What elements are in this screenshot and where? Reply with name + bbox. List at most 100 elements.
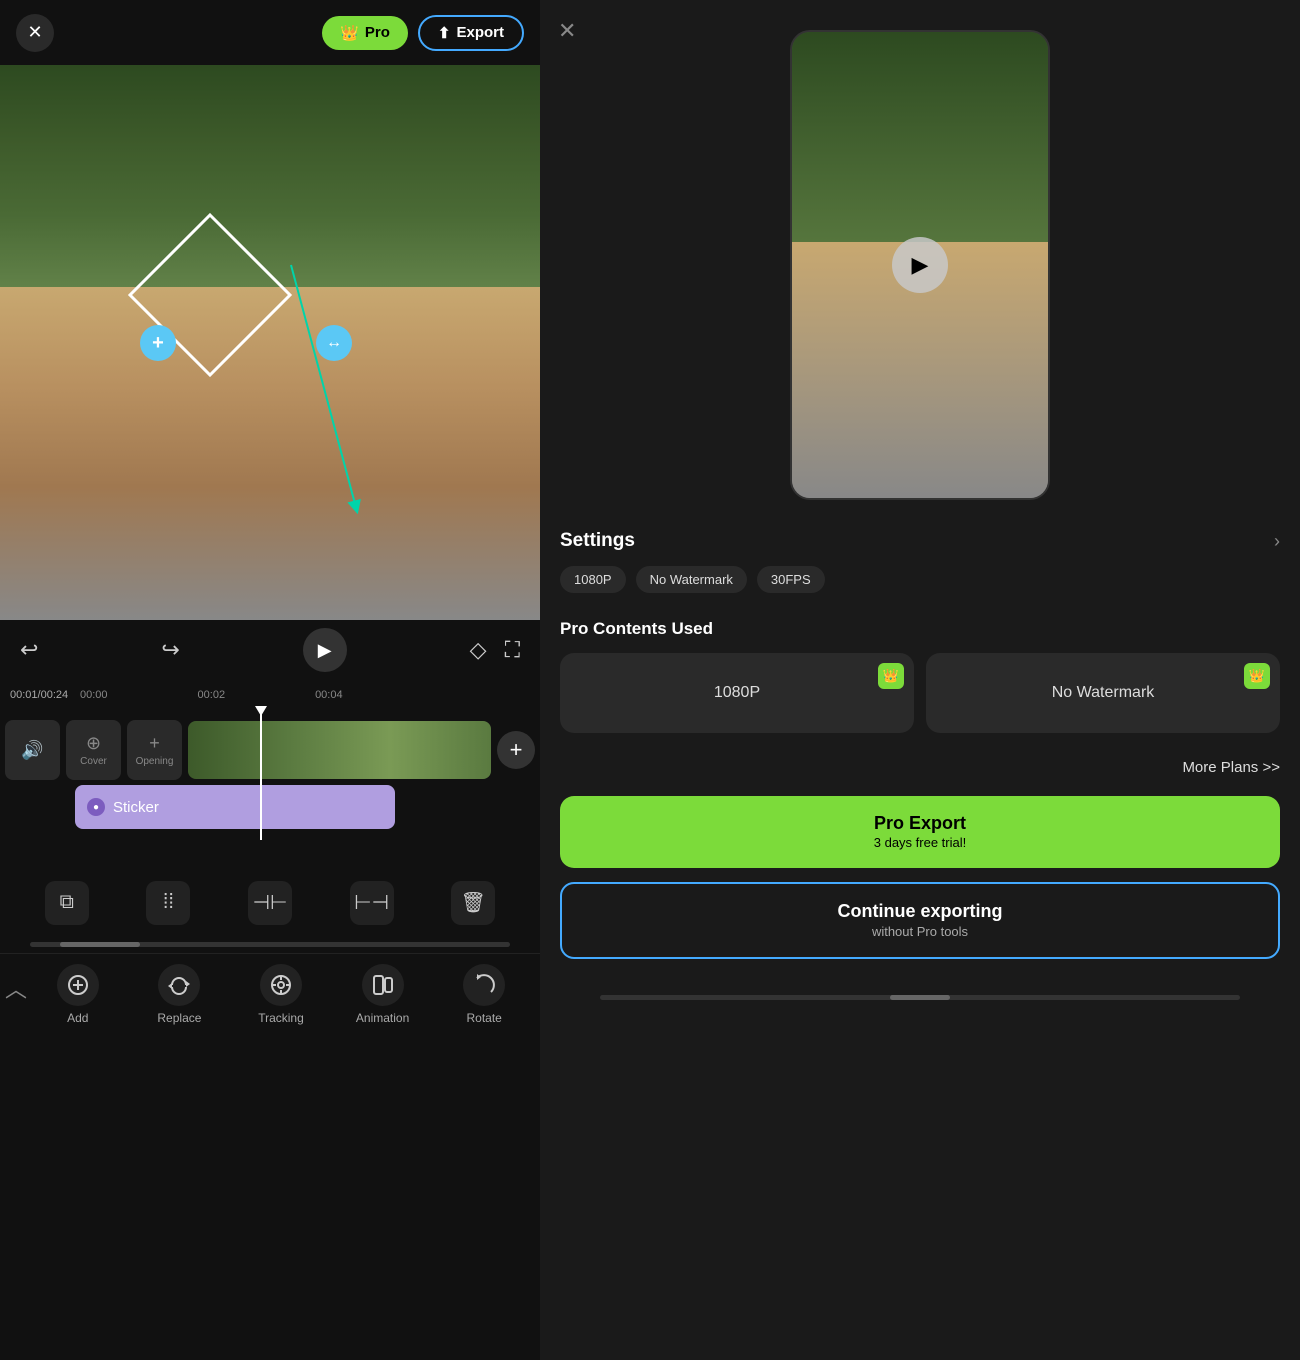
copy-button[interactable]: ⧉ — [45, 881, 89, 925]
preview-mountain — [792, 32, 1048, 265]
pro-card-1080p-label: 1080P — [714, 684, 760, 702]
timeline-area: 00:01/00:24 00:00 00:02 00:04 🔊 ⊕ Cover — [0, 680, 540, 1360]
resize-handle[interactable]: ↔ — [316, 325, 352, 361]
add-handle[interactable]: + — [140, 325, 176, 361]
redo-button[interactable]: ↪ — [161, 637, 179, 663]
right-close-button[interactable]: ✕ — [558, 18, 576, 44]
timeline-tracks: 🔊 ⊕ Cover + Opening + ● Sticker — [0, 710, 540, 840]
opening-thumb[interactable]: + Opening — [127, 720, 182, 780]
pro-card-no-watermark-label: No Watermark — [1052, 684, 1155, 702]
top-actions: 👑 Pro ⬆ Export — [322, 15, 524, 51]
continue-export-title: Continue exporting — [578, 900, 1262, 923]
replace-tool-icon — [158, 964, 200, 1006]
badge-no-watermark: No Watermark — [636, 566, 747, 593]
sticker-icon: ● — [87, 798, 105, 816]
pro-cards: 1080P 👑 No Watermark 👑 — [560, 653, 1280, 733]
time-marker-0: 00:00 — [80, 689, 108, 701]
rotate-icon-svg — [473, 974, 495, 996]
pro-contents-section: Pro Contents Used 1080P 👑 No Watermark 👑 — [540, 603, 1300, 749]
add-tool-label: Add — [67, 1011, 88, 1025]
tracking-icon-svg — [270, 974, 292, 996]
timeline-scrollbar[interactable] — [0, 935, 540, 953]
tool-add[interactable]: Add — [27, 964, 129, 1025]
trim-right-button[interactable]: ⊢⊣ — [350, 881, 394, 925]
add-icon-svg — [67, 974, 89, 996]
scroll-thumb[interactable] — [60, 942, 140, 947]
time-marker-2: 00:04 — [315, 689, 343, 701]
add-tool-icon — [57, 964, 99, 1006]
settings-badges: 1080P No Watermark 30FPS — [560, 566, 1280, 593]
settings-section: Settings › 1080P No Watermark 30FPS — [540, 520, 1300, 603]
opening-icon: + — [149, 733, 160, 754]
tool-tracking[interactable]: Tracking — [230, 964, 332, 1025]
split-button[interactable]: ⁞⁞ — [146, 881, 190, 925]
right-scroll-track — [600, 995, 1240, 1000]
play-button[interactable]: ▶ — [303, 628, 347, 672]
collapse-button[interactable]: ︿ — [5, 964, 27, 1004]
trim-left-button[interactable]: ⊣⊢ — [248, 881, 292, 925]
upload-icon: ⬆ — [438, 24, 451, 42]
rotate-tool-icon — [463, 964, 505, 1006]
cover-thumb[interactable]: ⊕ Cover — [66, 720, 121, 780]
audio-icon: 🔊 — [21, 740, 43, 761]
tracking-tool-label: Tracking — [258, 1011, 304, 1025]
animation-tool-icon — [362, 964, 404, 1006]
preview-play-button[interactable]: ▶ — [892, 237, 948, 293]
tracking-tool-icon — [260, 964, 302, 1006]
more-plans-link[interactable]: More Plans >> — [540, 749, 1300, 786]
opening-label: Opening — [136, 756, 174, 767]
pro-crown-1080p: 👑 — [878, 663, 904, 689]
audio-track-thumb[interactable]: 🔊 — [5, 720, 60, 780]
pro-export-title: Pro Export — [576, 812, 1264, 835]
close-button[interactable]: ✕ — [16, 14, 54, 52]
right-scrollbar[interactable] — [540, 989, 1300, 1007]
delete-button[interactable]: 🗑 — [451, 881, 495, 925]
cover-label: Cover — [80, 756, 107, 767]
pro-export-subtitle: 3 days free trial! — [576, 835, 1264, 852]
right-video-preview: ▶ — [790, 30, 1050, 500]
ruler-times: 00:00 00:02 00:04 — [80, 689, 343, 701]
pro-card-no-watermark: No Watermark 👑 — [926, 653, 1280, 733]
tool-animation[interactable]: Animation — [332, 964, 434, 1025]
animation-tool-label: Animation — [356, 1011, 409, 1025]
video-track[interactable] — [188, 721, 491, 779]
rotate-tool-label: Rotate — [467, 1011, 502, 1025]
right-controls: ◇ ⛶ — [470, 637, 520, 663]
video-preview-area: + ↔ — [0, 65, 540, 620]
animation-icon-svg — [372, 974, 394, 996]
playhead[interactable] — [260, 710, 262, 840]
replace-tool-label: Replace — [157, 1011, 201, 1025]
continue-export-button[interactable]: Continue exporting without Pro tools — [560, 882, 1280, 958]
pro-export-button[interactable]: Pro Export 3 days free trial! — [560, 796, 1280, 868]
sticker-label: Sticker — [113, 799, 159, 816]
tool-rotate[interactable]: Rotate — [433, 964, 535, 1025]
top-bar: ✕ 👑 Pro ⬆ Export — [0, 0, 540, 65]
fullscreen-button[interactable]: ⛶ — [505, 637, 520, 663]
tool-replace[interactable]: Replace — [129, 964, 231, 1025]
video-background: + ↔ — [0, 65, 540, 620]
crown-icon: 👑 — [340, 24, 359, 42]
undo-button[interactable]: ↩ — [20, 637, 38, 663]
settings-arrow-icon[interactable]: › — [1274, 531, 1280, 552]
pro-card-1080p: 1080P 👑 — [560, 653, 914, 733]
playback-controls: ↩ ↪ ▶ ◇ ⛶ — [0, 620, 540, 680]
export-button[interactable]: ⬆ Export — [418, 15, 524, 51]
replace-icon-svg — [168, 974, 190, 996]
add-track-button[interactable]: + — [497, 731, 535, 769]
keyframe-button[interactable]: ◇ — [470, 637, 487, 663]
pro-button[interactable]: 👑 Pro — [322, 16, 408, 50]
left-panel: ✕ 👑 Pro ⬆ Export + ↔ — [0, 0, 540, 1360]
settings-title: Settings — [560, 530, 635, 552]
sticker-overlay[interactable] — [120, 205, 300, 385]
badge-30fps: 30FPS — [757, 566, 825, 593]
diamond-svg — [120, 205, 300, 385]
sticker-track[interactable]: ● Sticker — [75, 785, 395, 829]
time-marker-1: 00:02 — [198, 689, 226, 701]
cover-icon: ⊕ — [86, 733, 101, 754]
bottom-toolbar: ︿ Add Replace Tracking — [0, 953, 540, 1073]
pro-contents-title: Pro Contents Used — [560, 619, 1280, 639]
sticker-track-row: ● Sticker — [0, 785, 540, 835]
scroll-track — [30, 942, 510, 947]
continue-export-subtitle: without Pro tools — [578, 924, 1262, 941]
right-scroll-thumb[interactable] — [890, 995, 950, 1000]
